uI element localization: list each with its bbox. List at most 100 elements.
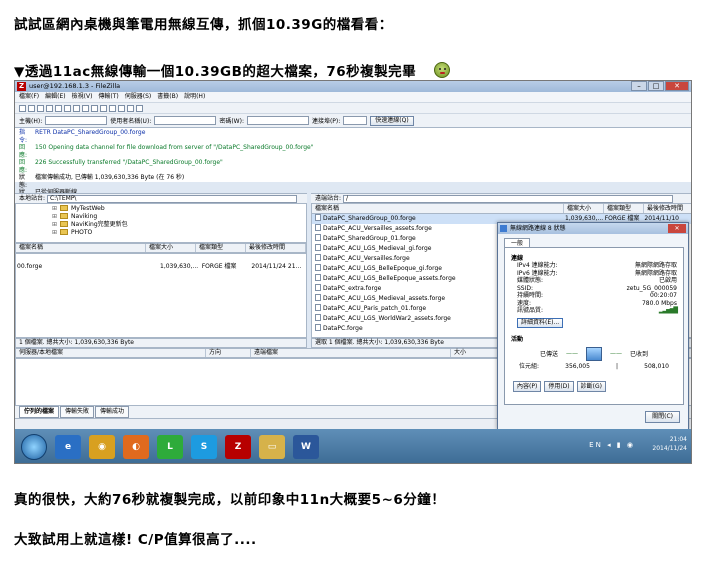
table-row[interactable]: 00.forge 1,039,630,... FORGE 檔案 2014/11/… <box>16 254 306 272</box>
section-activity: 活動 <box>511 335 524 343</box>
firefox-icon[interactable]: ◐ <box>123 435 149 459</box>
message-log: 指令: RETR DataPC_SharedGroup_00.forge 回應: 1… <box>15 127 691 204</box>
col-filetype[interactable]: 檔案類型 <box>604 204 644 213</box>
col-server-local[interactable]: 伺服器/本地檔案 <box>16 349 206 357</box>
local-file-list: 00.forge 1,039,630,... FORGE 檔案 2014/11/… <box>15 253 307 338</box>
password-input[interactable] <box>246 116 309 125</box>
local-directory-tree: MyTestWeb Naviking NaviKing完整更新包 PHOTO <box>15 203 307 243</box>
user-label: 使用者名稱(U): <box>110 118 152 125</box>
filter-icon[interactable] <box>109 104 116 112</box>
disconnect-icon[interactable] <box>91 104 98 112</box>
toggle-queue-icon[interactable] <box>55 104 62 112</box>
status-row: 持續時間: 00:20:07 <box>517 292 677 299</box>
dialog-actions: 內容(P) 停用(D) 診斷(G) <box>511 380 677 392</box>
menu-help[interactable]: 說明(H) <box>184 92 205 102</box>
file-icon <box>315 254 321 261</box>
file-icon <box>315 224 321 231</box>
ie-icon[interactable]: e <box>55 435 81 459</box>
tab-queued-files[interactable]: 佇列的檔案 <box>19 406 60 418</box>
col-filename[interactable]: 檔案名稱 <box>16 244 146 252</box>
quickconnect-button[interactable]: 快速連線(Q) <box>370 115 414 126</box>
word-icon[interactable]: W <box>293 435 319 459</box>
col-filename[interactable]: 檔案名稱 <box>312 204 564 213</box>
local-site-label: 本地站台: <box>19 195 46 202</box>
clock[interactable]: 21:04 2014/11/24 <box>652 435 687 453</box>
wireless-status-dialog: 無線網路連線 8 狀態 ✕ 一般 連線 IPv4 連線能力: 無網際網路存取 IP… <box>497 222 689 430</box>
dialog-close-action-button[interactable]: 關閉(C) <box>645 411 680 423</box>
tab-successful-transfers[interactable]: 傳輸成功 <box>95 406 130 418</box>
article-line-2: ▼透過11ac無線傳輸一個10.39GB的超大檔案，76秒複製完畢 <box>14 60 451 80</box>
details-button[interactable]: 詳細資料(E)... <box>517 317 564 328</box>
toolbar <box>15 102 691 113</box>
dialog-close-button[interactable]: ✕ <box>668 224 686 233</box>
compare-icon[interactable] <box>118 104 125 112</box>
folder-icon <box>60 229 69 235</box>
minimize-button[interactable]: – <box>631 81 647 91</box>
skype-icon[interactable]: S <box>191 435 217 459</box>
col-filesize[interactable]: 檔案大小 <box>564 204 604 213</box>
filezilla-taskbar-icon[interactable]: Z <box>225 435 251 459</box>
process-queue-icon[interactable] <box>73 104 80 112</box>
menu-view[interactable]: 檢視(V) <box>72 92 93 102</box>
start-button-icon[interactable] <box>21 434 47 460</box>
col-filetype[interactable]: 檔案類型 <box>196 244 246 252</box>
search-icon[interactable] <box>136 104 143 112</box>
status-row: IPv4 連線能力: 無網際網路存取 <box>517 262 677 269</box>
section-connection: 連線 <box>511 255 524 262</box>
port-input[interactable] <box>343 116 368 125</box>
maximize-button[interactable]: □ <box>648 81 664 91</box>
article-line-4: 大致試用上就這樣! C/P值算很高了.... <box>14 532 257 548</box>
file-icon <box>315 214 321 221</box>
site-manager-icon[interactable] <box>19 104 26 112</box>
toggle-tree-icon[interactable] <box>37 104 44 112</box>
host-input[interactable] <box>45 116 108 125</box>
menu-edit[interactable]: 編輯(E) <box>45 92 65 102</box>
tree-node[interactable]: NaviKing完整更新包 <box>52 221 306 229</box>
smiley-emoji-icon <box>434 62 451 78</box>
diagnose-button[interactable]: 診斷(G) <box>576 380 606 392</box>
log-entry: 回應: 226 Successfully transferred "/DataPC… <box>19 159 223 174</box>
dialog-title: 無線網路連線 8 狀態 <box>510 225 566 232</box>
tab-failed-transfers[interactable]: 傳輸失敗 <box>60 406 95 418</box>
received-label: 已收到 <box>630 351 649 358</box>
clock-time: 21:04 <box>669 436 687 443</box>
chrome-icon[interactable]: ◉ <box>89 435 115 459</box>
local-site-bar: 本地站台: C:\TEMP\ <box>15 193 307 203</box>
windows-taskbar: e ◉ ◐ L S Z ▭ W EN ◂ ▮ ◉ 21:04 2014/11/2… <box>15 429 691 463</box>
log-entry: 指令: RETR DataPC_SharedGroup_00.forge <box>19 129 146 144</box>
line-icon[interactable]: L <box>157 435 183 459</box>
computer-network-icon <box>586 346 602 361</box>
activity-graphic: 已傳送 —— —— 已收到 <box>511 346 677 361</box>
refresh-icon[interactable] <box>64 104 71 112</box>
toggle-log-icon[interactable] <box>28 104 35 112</box>
language-indicator[interactable]: EN <box>589 441 603 449</box>
col-modified[interactable]: 最後修改時間 <box>644 204 691 213</box>
user-input[interactable] <box>154 116 217 125</box>
col-size[interactable]: 大小 <box>451 349 501 357</box>
close-button[interactable]: ✕ <box>665 81 689 91</box>
cancel-icon[interactable] <box>82 104 89 112</box>
menu-bookmarks[interactable]: 書籤(B) <box>157 92 178 102</box>
local-path-input[interactable]: C:\TEMP\ <box>46 194 297 203</box>
remote-path-input[interactable]: / <box>342 194 673 203</box>
explorer-icon[interactable]: ▭ <box>259 435 285 459</box>
reconnect-icon[interactable] <box>100 104 107 112</box>
menu-transfer[interactable]: 傳輸(T) <box>98 92 118 102</box>
tree-node[interactable]: Naviking <box>52 213 306 221</box>
col-modified[interactable]: 最後修改時間 <box>246 244 306 252</box>
tree-node[interactable]: PHOTO <box>52 229 306 237</box>
disable-button[interactable]: 停用(D) <box>544 380 574 392</box>
col-direction[interactable]: 方向 <box>206 349 251 357</box>
menu-file[interactable]: 檔案(F) <box>19 92 39 102</box>
file-icon <box>315 294 321 301</box>
col-remote-file[interactable]: 遠端檔案 <box>251 349 451 357</box>
toggle-remote-tree-icon[interactable] <box>46 104 53 112</box>
properties-button[interactable]: 內容(P) <box>513 380 542 392</box>
col-filesize[interactable]: 檔案大小 <box>146 244 196 252</box>
filezilla-logo-icon: Z <box>17 82 26 91</box>
signal-row: 訊號品質: ▂▃▅▆█ <box>517 307 678 314</box>
file-icon <box>315 264 321 271</box>
menu-server[interactable]: 伺服器(S) <box>125 92 152 102</box>
sync-browse-icon[interactable] <box>127 104 134 112</box>
tree-node[interactable]: MyTestWeb <box>52 205 306 213</box>
